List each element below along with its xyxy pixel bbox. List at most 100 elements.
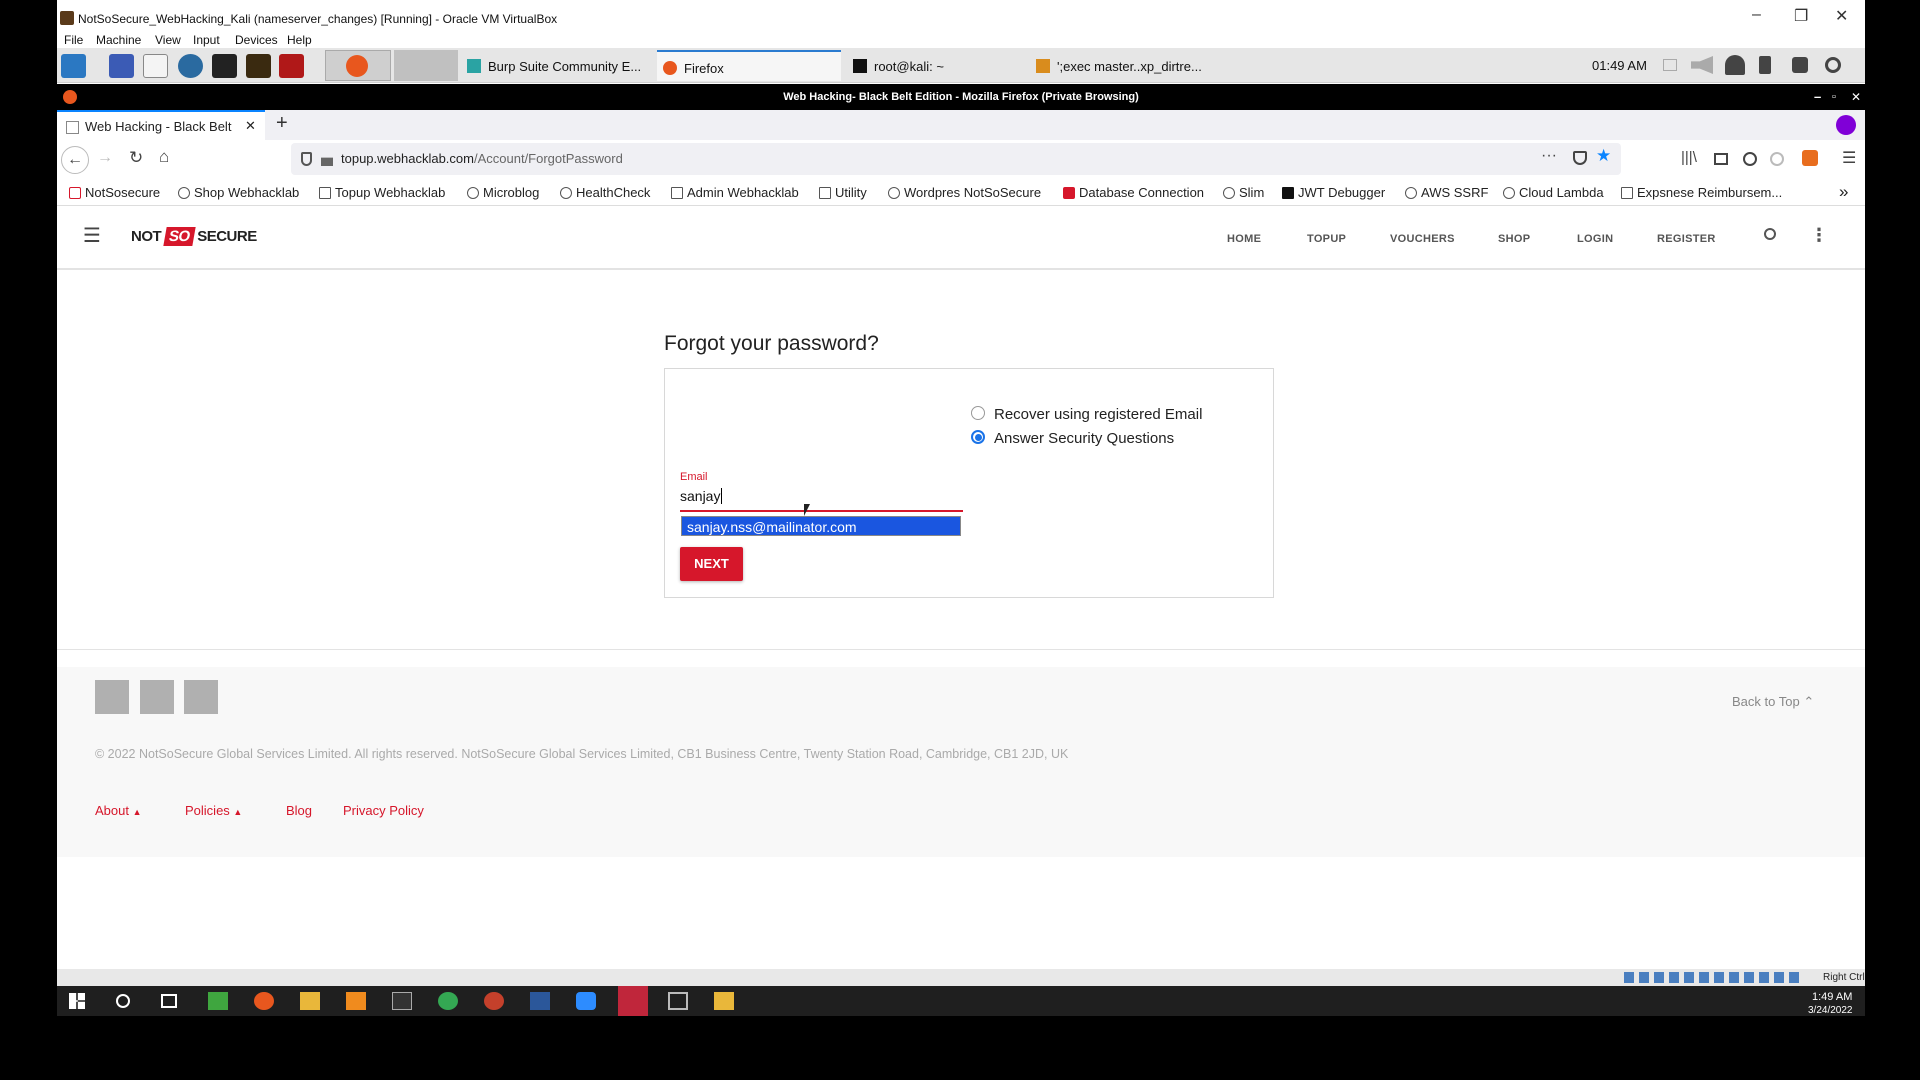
- account-icon[interactable]: [1743, 152, 1757, 166]
- task-firefox[interactable]: Firefox: [657, 50, 841, 81]
- bookmark-cloud-lambda[interactable]: Cloud Lambda: [1503, 185, 1604, 200]
- bookmark-admin[interactable]: Admin Webhacklab: [671, 185, 799, 200]
- task-burp[interactable]: Burp Suite Community E...: [467, 50, 655, 81]
- nav-shop[interactable]: SHOP: [1498, 233, 1530, 245]
- next-button[interactable]: NEXT: [680, 547, 743, 581]
- menu-help[interactable]: Help: [287, 33, 312, 47]
- chrome-icon[interactable]: [438, 992, 458, 1010]
- virtualbox-vm-icon[interactable]: [714, 992, 734, 1010]
- bookmark-shop[interactable]: Shop Webhacklab: [178, 185, 299, 200]
- tab-close-icon[interactable]: ✕: [245, 118, 256, 134]
- task-terminal[interactable]: root@kali: ~: [847, 50, 1017, 81]
- library-icon[interactable]: |||\: [1681, 149, 1697, 166]
- site-logo[interactable]: NOT SO SECURE: [131, 227, 257, 246]
- autocomplete-suggestion[interactable]: sanjay.nss@mailinator.com: [681, 516, 961, 536]
- radio-security-questions[interactable]: [971, 430, 985, 444]
- back-to-top-link[interactable]: Back to Top ⌃: [1732, 694, 1814, 710]
- bookmark-database[interactable]: Database Connection: [1063, 185, 1204, 200]
- menu-devices[interactable]: Devices: [235, 33, 278, 47]
- vbox-device-icons[interactable]: [1624, 972, 1804, 983]
- firefox-taskbar-icon[interactable]: [254, 992, 274, 1010]
- url-bar[interactable]: topup.webhacklab.com/Account/ForgotPassw…: [291, 143, 1621, 175]
- radio-recover-email[interactable]: [971, 406, 985, 420]
- menu-icon[interactable]: ☰: [1842, 148, 1856, 168]
- bookmark-notsosecure[interactable]: NotSosecure: [69, 185, 160, 200]
- sublime-icon[interactable]: [246, 54, 271, 78]
- fx-maximize-icon[interactable]: ▫: [1832, 84, 1836, 110]
- nav-login[interactable]: LOGIN: [1577, 233, 1613, 245]
- word-icon[interactable]: [530, 992, 550, 1010]
- bookmark-microblog[interactable]: Microblog: [467, 185, 539, 200]
- terminal-icon[interactable]: [279, 54, 304, 78]
- nav-topup[interactable]: TOPUP: [1307, 233, 1346, 245]
- bookmark-star-icon[interactable]: ★: [1596, 146, 1611, 166]
- bookmark-topup[interactable]: Topup Webhacklab: [319, 185, 445, 200]
- fx-minimize-icon[interactable]: –: [1814, 84, 1821, 110]
- restore-button[interactable]: ❐: [1794, 6, 1808, 26]
- bookmark-jwt[interactable]: JWT Debugger: [1282, 185, 1385, 200]
- files-icon[interactable]: [143, 54, 168, 78]
- notifications-icon[interactable]: [1725, 55, 1745, 75]
- social-icon-1[interactable]: [95, 680, 129, 714]
- footer-about[interactable]: About ▲: [95, 803, 142, 818]
- footer-privacy[interactable]: Privacy Policy: [343, 803, 424, 818]
- explorer-icon[interactable]: [300, 992, 320, 1010]
- kali-menu-icon[interactable]: [61, 54, 86, 78]
- bookmark-expense[interactable]: Expsnese Reimbursem...: [1621, 185, 1782, 200]
- bookmarks-overflow-icon[interactable]: »: [1839, 182, 1848, 202]
- start-icon[interactable]: [69, 993, 85, 1009]
- hamburger-menu-icon[interactable]: ☰: [83, 223, 101, 248]
- back-icon[interactable]: ←: [61, 146, 89, 174]
- sync-icon[interactable]: [1770, 152, 1784, 166]
- shield-icon[interactable]: [301, 152, 312, 166]
- bookmark-wordpress[interactable]: Wordpres NotSoSecure: [888, 185, 1041, 200]
- menu-input[interactable]: Input: [193, 33, 220, 47]
- reload-icon[interactable]: ↻: [129, 148, 143, 168]
- menu-view[interactable]: View: [155, 33, 181, 47]
- burp-extension-icon[interactable]: [1802, 150, 1818, 166]
- page-actions-icon[interactable]: ···: [1541, 147, 1557, 165]
- forward-icon[interactable]: →: [97, 149, 113, 167]
- nav-register[interactable]: REGISTER: [1657, 233, 1716, 245]
- menu-machine[interactable]: Machine: [96, 33, 141, 47]
- virtualbox-cube-icon[interactable]: [668, 992, 688, 1010]
- bookmark-utility[interactable]: Utility: [819, 185, 867, 200]
- fx-close-icon[interactable]: ✕: [1851, 84, 1861, 110]
- new-tab-button[interactable]: +: [276, 112, 288, 135]
- home-icon[interactable]: ⌂: [159, 147, 169, 167]
- terminal-taskbar-icon[interactable]: [392, 992, 412, 1010]
- footer-policies[interactable]: Policies ▲: [185, 803, 242, 818]
- sidebar-icon[interactable]: [1714, 153, 1728, 165]
- app-icon-red[interactable]: [618, 986, 648, 1016]
- bookmark-aws-ssrf[interactable]: AWS SSRF: [1405, 185, 1488, 200]
- desktop-icon[interactable]: [109, 54, 134, 78]
- footer-blog[interactable]: Blog: [286, 803, 312, 818]
- more-options-icon[interactable]: ⋮: [1810, 225, 1828, 246]
- battery-icon[interactable]: [1759, 56, 1771, 74]
- nav-vouchers[interactable]: VOUCHERS: [1390, 233, 1455, 245]
- browser-icon[interactable]: [178, 54, 203, 78]
- pocket-icon[interactable]: [1573, 151, 1587, 165]
- search-taskbar-icon[interactable]: [116, 994, 130, 1008]
- task-editor[interactable]: ';exec master..xp_dirtre...: [1030, 50, 1250, 81]
- firefox-launcher[interactable]: [325, 50, 391, 81]
- insecure-lock-icon[interactable]: [321, 157, 333, 166]
- social-icon-3[interactable]: [184, 680, 218, 714]
- search-icon[interactable]: [1764, 228, 1776, 240]
- volume-icon[interactable]: [1691, 56, 1713, 74]
- bookmark-slim[interactable]: Slim: [1223, 185, 1264, 200]
- lock-icon[interactable]: [1792, 57, 1808, 73]
- powerpoint-icon[interactable]: [484, 992, 504, 1010]
- social-icon-2[interactable]: [140, 680, 174, 714]
- display-icon[interactable]: [1663, 59, 1677, 71]
- sublime-taskbar-icon[interactable]: [346, 992, 366, 1010]
- minimize-button[interactable]: –: [1752, 6, 1761, 24]
- workspace-switcher[interactable]: [394, 50, 458, 81]
- zoom-icon[interactable]: [576, 992, 596, 1010]
- nav-home[interactable]: HOME: [1227, 233, 1261, 245]
- bookmark-healthcheck[interactable]: HealthCheck: [560, 185, 650, 200]
- power-icon[interactable]: [1825, 57, 1841, 73]
- app-icon-1[interactable]: [208, 992, 228, 1010]
- email-field[interactable]: sanjay: [680, 488, 963, 512]
- close-button[interactable]: ✕: [1835, 6, 1848, 26]
